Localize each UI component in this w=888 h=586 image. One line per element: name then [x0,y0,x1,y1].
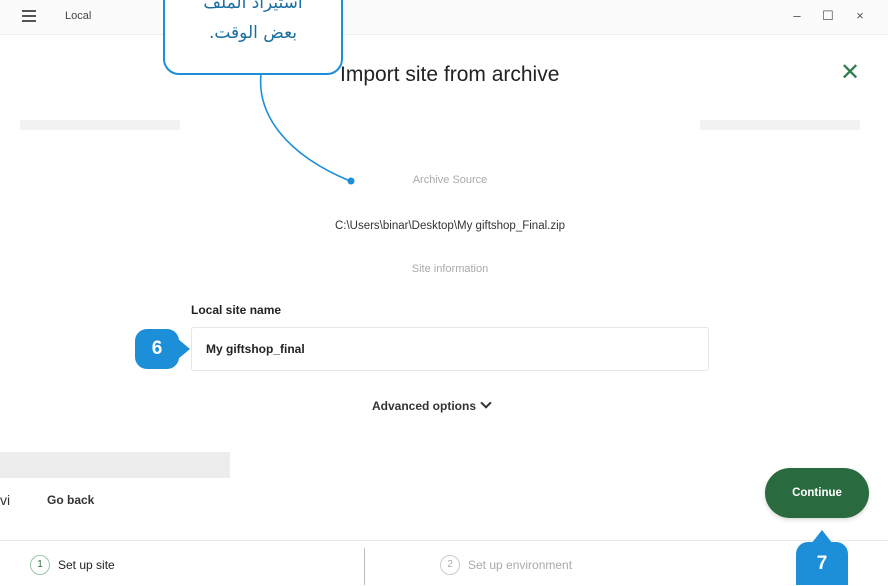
callout-bubble: استيراد الملف بعض الوقت. [163,0,343,75]
callout-line-1: استيراد الملف [203,0,303,13]
local-site-name-input[interactable] [191,327,709,371]
step-label: Set up environment [468,558,573,572]
step-marker-6: 6 [135,329,179,369]
close-window-button[interactable]: × [849,6,871,26]
hamburger-menu-icon[interactable] [22,10,36,22]
callout-pointer [259,74,355,185]
advanced-options-toggle[interactable]: Advanced options [372,397,492,413]
title-bar: Local – ☐ × [0,0,888,35]
marker-6-pointer [178,339,190,359]
archive-path: C:\Users\binar\Desktop\My giftshop_Final… [334,220,566,232]
maximize-button[interactable]: ☐ [817,6,839,26]
steps-bar: 1 Set up site 2 Set up environment [0,540,888,586]
minimize-button[interactable]: – [786,6,808,26]
continue-button[interactable]: Continue [765,468,869,518]
callout-line-2: بعض الوقت. [208,23,298,43]
background-blur [20,120,180,130]
step-set-up-environment: 2 Set up environment [440,555,572,575]
modal-title: Import site from archive [340,63,560,86]
divider [364,548,365,585]
step-marker-6-label: 6 [151,338,163,359]
app-title: Local [65,10,92,22]
background-blur [700,120,860,130]
chevron-down-icon [480,397,492,409]
step-number: 2 [440,555,460,575]
step-set-up-site: 1 Set up site [30,555,115,575]
go-back-button[interactable]: Go back [47,493,94,507]
step-marker-7: 7 [796,542,848,585]
step-number: 1 [30,555,50,575]
site-information-label: Site information [411,263,489,275]
side-text: vi [0,492,11,508]
advanced-options-label: Advanced options [372,399,477,413]
background-band [0,452,230,478]
local-site-name-label: Local site name [191,303,282,317]
step-marker-7-label: 7 [816,552,828,574]
step-label: Set up site [58,558,115,572]
close-icon[interactable]: ✕ [840,58,860,87]
